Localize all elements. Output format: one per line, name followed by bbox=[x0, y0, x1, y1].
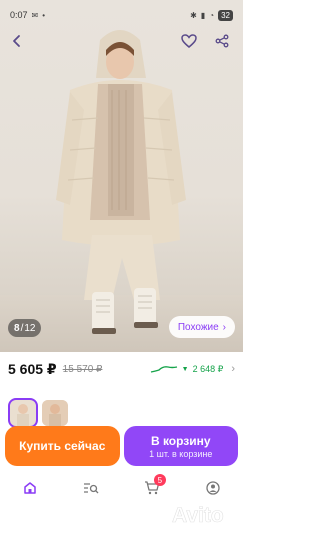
back-arrow-icon bbox=[13, 35, 20, 47]
price-drop-arrow-icon: ▼ bbox=[181, 365, 189, 373]
bluetooth-icon: ✱ bbox=[190, 10, 197, 20]
nav-home[interactable] bbox=[18, 476, 42, 500]
gallery-total: 12 bbox=[24, 322, 36, 334]
price-trend[interactable]: ▼ 2 648 ₽ › bbox=[150, 363, 235, 375]
share-icon bbox=[215, 34, 229, 48]
search-list-icon bbox=[84, 483, 99, 494]
price-drop-amount: 2 648 ₽ bbox=[192, 363, 224, 374]
status-time: 0:07 bbox=[10, 10, 28, 20]
add-to-cart-label: В корзину bbox=[150, 433, 211, 448]
signal-icon: ▮ bbox=[200, 10, 206, 20]
gallery-current: 8 bbox=[14, 322, 20, 334]
back-button[interactable] bbox=[6, 30, 28, 52]
home-icon bbox=[24, 482, 37, 494]
nav-profile[interactable] bbox=[201, 476, 225, 500]
avito-dots-logo-icon bbox=[142, 504, 165, 526]
current-price: 5 605 ₽ bbox=[8, 360, 57, 377]
share-button[interactable] bbox=[211, 30, 233, 52]
status-bar: 0:07 ✉ • ✱ ▮ ◔ 32 bbox=[0, 0, 243, 30]
avito-watermark-logo: Avito bbox=[140, 500, 240, 530]
heart-icon bbox=[181, 34, 197, 48]
nav-catalog[interactable] bbox=[79, 476, 103, 500]
buy-now-button[interactable]: Купить сейчас bbox=[5, 426, 120, 466]
product-photo[interactable]: 8 / 12 Похожие › bbox=[0, 0, 243, 352]
chevron-right-icon: › bbox=[222, 321, 226, 333]
notification-dot-icon: • bbox=[42, 10, 46, 20]
thumbnail-strip bbox=[0, 398, 243, 428]
price-row[interactable]: 5 605 ₽ 15 570 ₽ ▼ 2 648 ₽ › bbox=[0, 352, 243, 386]
thumbnail-image bbox=[10, 400, 36, 426]
price-trend-line-icon bbox=[150, 366, 177, 373]
gallery-separator: / bbox=[20, 322, 24, 334]
gallery-counter: 8 / 12 bbox=[8, 319, 42, 337]
thumbnail-item[interactable] bbox=[8, 398, 38, 428]
profile-icon bbox=[205, 481, 220, 495]
thumbnail-image bbox=[42, 400, 68, 426]
thumbnail-item[interactable] bbox=[42, 400, 68, 426]
add-to-cart-button[interactable]: В корзину 1 шт. в корзине bbox=[123, 426, 238, 466]
nav-cart[interactable]: 5 bbox=[140, 474, 166, 500]
wifi-icon: ◔ bbox=[209, 10, 215, 20]
message-icon: ✉ bbox=[31, 10, 39, 20]
child-in-jacket-illustration bbox=[56, 30, 186, 334]
action-buttons: Купить сейчас В корзину 1 шт. в корзине bbox=[0, 426, 243, 466]
svg-text:Avito: Avito bbox=[172, 504, 224, 527]
avito-wordmark: Avito bbox=[172, 504, 224, 527]
battery-indicator: 32 bbox=[218, 9, 233, 21]
cart-count-label: 1 шт. в корзине bbox=[149, 448, 213, 459]
cart-badge: 5 bbox=[153, 474, 166, 486]
similar-label: Похожие bbox=[177, 321, 219, 333]
similar-button[interactable]: Похожие › bbox=[168, 316, 235, 338]
chevron-right-icon: › bbox=[231, 363, 235, 375]
bottom-navigation: 5 bbox=[0, 474, 243, 502]
favorite-button[interactable] bbox=[178, 30, 200, 52]
old-price: 15 570 ₽ bbox=[62, 363, 103, 375]
